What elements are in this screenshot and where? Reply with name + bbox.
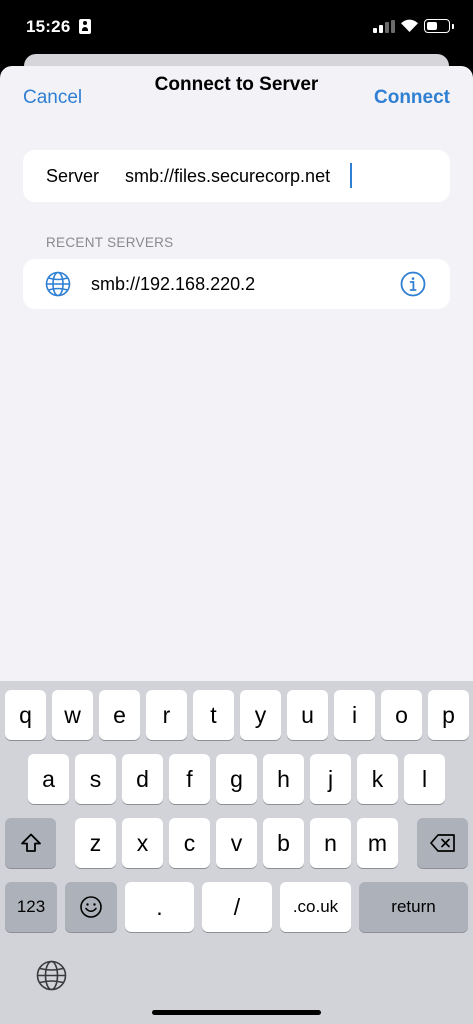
key-h[interactable]: h bbox=[263, 754, 304, 804]
key-y[interactable]: y bbox=[240, 690, 281, 740]
key-s[interactable]: s bbox=[75, 754, 116, 804]
recent-server-item[interactable]: smb://192.168.220.2 bbox=[23, 259, 450, 309]
shift-icon bbox=[20, 833, 41, 852]
return-key[interactable]: return bbox=[359, 882, 468, 932]
cellular-signal-icon bbox=[373, 20, 395, 33]
server-label: Server bbox=[46, 166, 100, 186]
key-c[interactable]: c bbox=[169, 818, 210, 868]
delete-key[interactable] bbox=[417, 818, 468, 868]
key-q[interactable]: q bbox=[5, 690, 46, 740]
keyboard: q w e r t y u i o p a s d f g h j k l z … bbox=[0, 681, 473, 1024]
status-time: 15:26 bbox=[26, 17, 71, 36]
key-p[interactable]: p bbox=[428, 690, 469, 740]
shift-key[interactable] bbox=[5, 818, 56, 868]
key-m[interactable]: m bbox=[357, 818, 398, 868]
status-bar: 15:26 bbox=[0, 0, 473, 60]
key-t[interactable]: t bbox=[193, 690, 234, 740]
key-b[interactable]: b bbox=[263, 818, 304, 868]
emoji-icon bbox=[80, 896, 102, 918]
emoji-key[interactable] bbox=[65, 882, 117, 932]
recent-server-address: smb://192.168.220.2 bbox=[91, 274, 256, 294]
cancel-button[interactable]: Cancel bbox=[23, 87, 82, 109]
server-address-input[interactable] bbox=[125, 161, 430, 191]
key-j[interactable]: j bbox=[310, 754, 351, 804]
key-k[interactable]: k bbox=[357, 754, 398, 804]
text-cursor bbox=[350, 163, 352, 188]
battery-icon bbox=[424, 19, 454, 33]
person-badge-icon bbox=[79, 19, 91, 34]
wifi-icon bbox=[401, 19, 418, 32]
home-indicator bbox=[152, 1010, 321, 1015]
couk-key[interactable]: .co.uk bbox=[280, 882, 351, 932]
key-e[interactable]: e bbox=[99, 690, 140, 740]
key-o[interactable]: o bbox=[381, 690, 422, 740]
key-d[interactable]: d bbox=[122, 754, 163, 804]
key-z[interactable]: z bbox=[75, 818, 116, 868]
key-x[interactable]: x bbox=[122, 818, 163, 868]
numbers-key[interactable]: 123 bbox=[5, 882, 57, 932]
key-u[interactable]: u bbox=[287, 690, 328, 740]
backspace-icon bbox=[429, 834, 455, 852]
info-icon[interactable] bbox=[400, 271, 426, 297]
key-i[interactable]: i bbox=[334, 690, 375, 740]
key-a[interactable]: a bbox=[28, 754, 69, 804]
server-field-row: Server bbox=[23, 150, 450, 202]
connect-button[interactable]: Connect bbox=[374, 87, 450, 109]
key-g[interactable]: g bbox=[216, 754, 257, 804]
dot-key[interactable]: . bbox=[125, 882, 194, 932]
key-f[interactable]: f bbox=[169, 754, 210, 804]
key-l[interactable]: l bbox=[404, 754, 445, 804]
key-w[interactable]: w bbox=[52, 690, 93, 740]
keyboard-globe-icon[interactable] bbox=[35, 959, 68, 992]
globe-icon bbox=[45, 271, 71, 297]
key-r[interactable]: r bbox=[146, 690, 187, 740]
recent-servers-header: RECENT SERVERS bbox=[46, 235, 174, 250]
key-v[interactable]: v bbox=[216, 818, 257, 868]
key-n[interactable]: n bbox=[310, 818, 351, 868]
slash-key[interactable]: / bbox=[202, 882, 272, 932]
